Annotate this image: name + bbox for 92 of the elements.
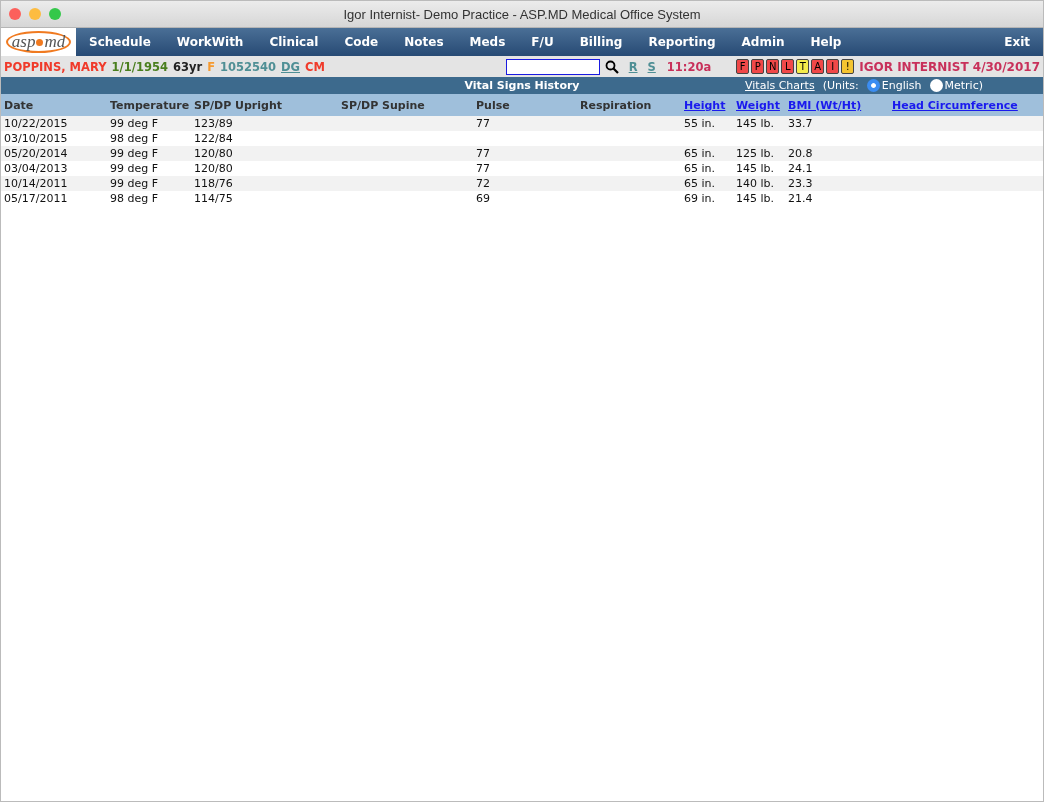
flag-badge[interactable]: ! — [841, 59, 855, 74]
table-cell-text: 98 deg F — [110, 132, 160, 145]
table-cell-text: 65 in. — [684, 162, 717, 175]
table-cell-text: 20.8 — [788, 147, 814, 160]
logo-text: md — [44, 33, 66, 51]
menu-item[interactable]: Billing — [579, 35, 623, 49]
flag-badge[interactable]: A — [811, 59, 825, 74]
flag-badge[interactable]: I — [826, 59, 840, 74]
table-cell-text: 114/75 — [194, 192, 234, 205]
table-cell-text: 99 deg F — [110, 117, 160, 130]
column-header-link[interactable]: Weight — [736, 98, 788, 112]
table-cell-text: 120/80 — [194, 162, 234, 175]
table-cell-text: 72 — [476, 177, 491, 190]
provider-date: IGOR INTERNIST 4/30/2017 — [859, 59, 1040, 74]
table-cell-text: 77 — [476, 162, 491, 175]
table-cell-text: 123/89 — [194, 117, 234, 130]
table-cell-text: 77 — [476, 117, 491, 130]
table-cell-text: 118/76 — [194, 177, 234, 190]
column-header-link[interactable]: Head Circumference — [892, 98, 1043, 112]
table-cell-text: 120/80 — [194, 147, 234, 160]
menu-item[interactable]: Notes — [404, 35, 444, 49]
column-header: Temperature — [110, 98, 191, 112]
table-cell-text: 98 deg F — [110, 192, 160, 205]
patient-id: 1052540 — [220, 59, 276, 74]
table-cell-text: 122/84 — [194, 132, 234, 145]
table-cell-text: 05/17/2011 — [4, 192, 69, 205]
table-cell-text: 21.4 — [788, 192, 814, 205]
vitals-charts-link[interactable]: Vitals Charts — [745, 79, 815, 92]
window-title: Igor Internist- Demo Practice - ASP.MD Medical Office System — [342, 6, 702, 22]
radio-icon[interactable] — [929, 79, 943, 92]
table-cell-text: 10/14/2011 — [4, 177, 69, 190]
table-cell-text: 69 in. — [684, 192, 717, 205]
quick-link[interactable]: R — [628, 59, 638, 74]
time-text: 11:20a — [666, 59, 712, 74]
menu-item[interactable]: F/U — [531, 35, 554, 49]
menu-item[interactable]: Schedule — [89, 35, 151, 49]
flag-badge[interactable]: P — [751, 59, 765, 74]
section-title: Vital Signs History — [464, 79, 580, 92]
column-header-link[interactable]: Height — [684, 98, 736, 112]
column-header: SP/DP Supine — [341, 98, 426, 112]
table-cell-text: 140 lb. — [736, 177, 776, 190]
table-cell-text: 55 in. — [684, 117, 717, 130]
dot-icon — [36, 38, 44, 46]
table-cell-text: 99 deg F — [110, 147, 160, 160]
sex-text: F — [207, 59, 215, 74]
menu-item[interactable]: Help — [810, 35, 842, 49]
menu-item[interactable]: Reporting — [648, 35, 716, 49]
table-cell-text: 145 lb. — [736, 162, 776, 175]
search-icon[interactable] — [604, 59, 619, 74]
table-cell-text: 99 deg F — [110, 162, 160, 175]
search-field[interactable] — [505, 58, 600, 75]
flag-badge[interactable]: N — [766, 59, 780, 74]
table-cell-text: 145 lb. — [736, 117, 776, 130]
birth-date: 1/1/1954 — [111, 59, 168, 74]
menu-item[interactable]: WorkWith — [176, 35, 244, 49]
patient-link[interactable]: DG — [281, 59, 300, 74]
table-cell-text: 65 in. — [684, 177, 717, 190]
table-cell-text: 05/20/2014 — [4, 147, 69, 160]
menu-item[interactable]: Meds — [469, 35, 506, 49]
table-cell-text: 24.1 — [788, 162, 814, 175]
table-cell-text: 10/22/2015 — [4, 117, 69, 130]
table-cell-text: 03/10/2015 — [4, 132, 69, 145]
menu-item[interactable]: Code — [344, 35, 379, 49]
units-label: (Units: — [822, 79, 859, 92]
table-cell-text: 03/04/2013 — [4, 162, 69, 175]
age-text: 63yr — [172, 59, 203, 74]
flag-badge[interactable]: F — [736, 59, 750, 74]
flag-badge[interactable]: L — [781, 59, 795, 74]
column-header: Respiration — [580, 98, 653, 112]
table-cell-text: 69 — [476, 192, 491, 205]
logo-text: asp — [11, 33, 36, 51]
table-cell-text: 99 deg F — [110, 177, 160, 190]
menu-item[interactable]: Admin — [741, 35, 785, 49]
table-cell-text: 65 in. — [684, 147, 717, 160]
menu-item[interactable]: Clinical — [269, 35, 319, 49]
patient-code: CM — [305, 59, 325, 74]
logo[interactable]: asp md — [1, 28, 76, 56]
table-cell-text: 77 — [476, 147, 491, 160]
flag-badge[interactable]: T — [796, 59, 810, 74]
radio-icon[interactable] — [866, 79, 880, 92]
quick-link[interactable]: S — [647, 59, 656, 74]
unit-radio[interactable]: Metric) — [929, 79, 983, 92]
table-cell-text: 33.7 — [788, 117, 814, 130]
column-header: Date — [4, 98, 35, 112]
table-cell-text: 145 lb. — [736, 192, 776, 205]
column-header: Pulse — [476, 98, 511, 112]
exit-menu-item[interactable]: Exit — [1004, 35, 1030, 49]
column-header-link[interactable]: BMI (Wt/Ht) — [788, 98, 892, 112]
column-header: SP/DP Upright — [194, 98, 283, 112]
patient-name: POPPINS, MARY — [4, 59, 107, 74]
table-cell-text: 125 lb. — [736, 147, 776, 160]
table-cell-text: 23.3 — [788, 177, 814, 190]
